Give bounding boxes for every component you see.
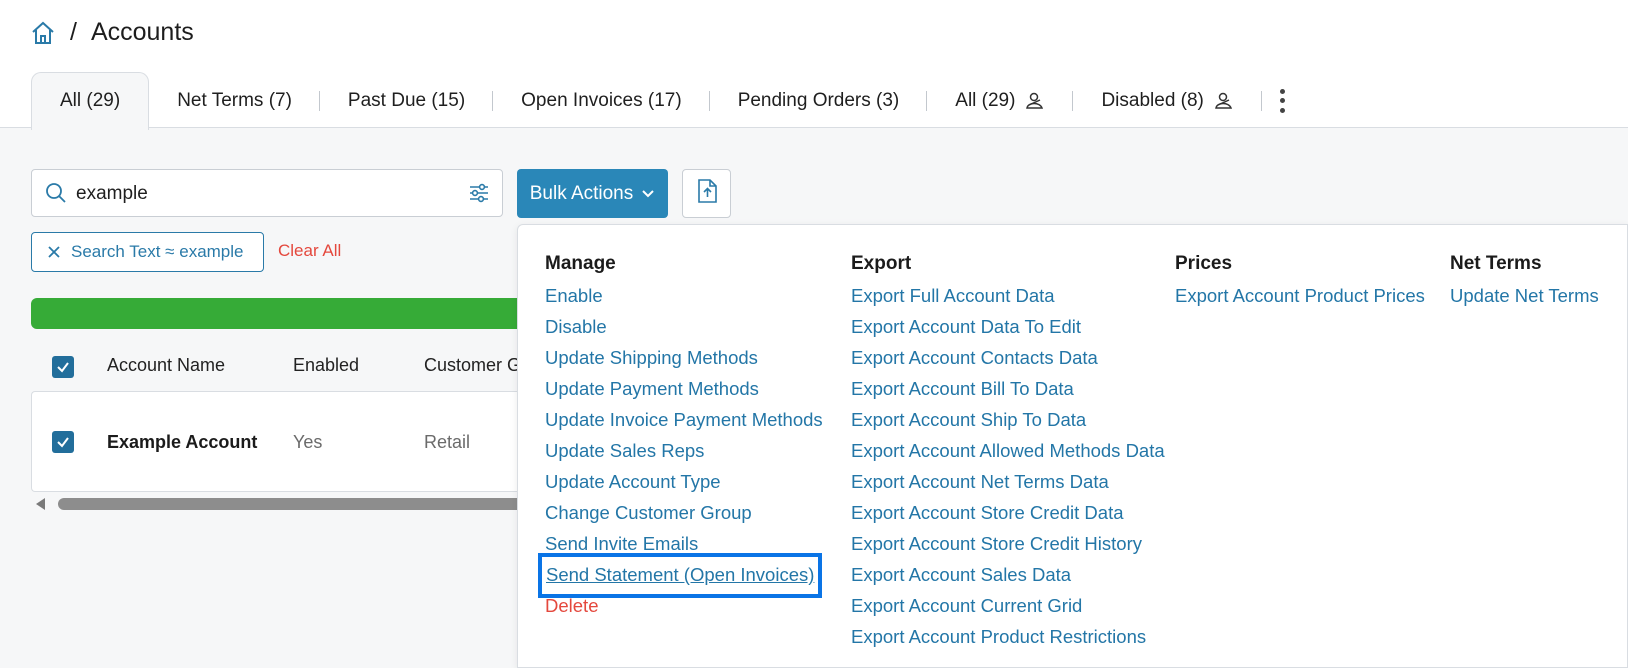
menu-item-export-account-current-grid[interactable]: Export Account Current Grid — [851, 591, 1165, 622]
enabled-cell: Yes — [293, 432, 323, 452]
bulk-actions-label: Bulk Actions — [529, 182, 634, 204]
menu-heading-manage: Manage — [545, 253, 616, 274]
tab-pending-orders[interactable]: Pending Orders (3) — [710, 72, 928, 129]
page-title: Accounts — [90, 18, 194, 46]
breadcrumb: / Accounts — [30, 18, 194, 47]
menu-heading-prices: Prices — [1175, 253, 1233, 274]
menu-item-disable[interactable]: Disable — [545, 312, 823, 343]
tab-net-terms[interactable]: Net Terms (7) — [149, 72, 320, 129]
tab-label: Net Terms (7) — [177, 89, 292, 111]
menu-section-net-terms: Net Terms Update Net Terms — [1450, 251, 1599, 312]
top-bar: / Accounts All (29) Net Terms (7) Past D… — [0, 0, 1628, 130]
user-group-icon — [1025, 91, 1045, 111]
select-all-checkbox[interactable] — [52, 356, 74, 378]
menu-item-change-customer-group[interactable]: Change Customer Group — [545, 498, 823, 529]
bulk-actions-button[interactable]: Bulk Actions — [517, 169, 668, 218]
column-header-enabled[interactable]: Enabled — [293, 355, 359, 376]
menu-item-update-invoice-payment-methods[interactable]: Update Invoice Payment Methods — [545, 405, 823, 436]
account-name-cell[interactable]: Example Account — [107, 432, 257, 453]
filter-chip-label: Search Text ≈ example — [71, 242, 244, 261]
tab-bar: All (29) Net Terms (7) Past Due (15) Ope… — [31, 71, 1290, 130]
tab-label: Open Invoices (17) — [521, 89, 682, 111]
menu-item-update-sales-reps[interactable]: Update Sales Reps — [545, 436, 823, 467]
horizontal-scrollbar[interactable] — [36, 497, 538, 511]
menu-item-export-account-allowed-methods-data[interactable]: Export Account Allowed Methods Data — [851, 436, 1165, 467]
menu-item-export-account-store-credit-data[interactable]: Export Account Store Credit Data — [851, 498, 1165, 529]
menu-item-export-account-net-terms-data[interactable]: Export Account Net Terms Data — [851, 467, 1165, 498]
tab-label: Disabled (8) — [1101, 89, 1204, 111]
menu-section-export: Export Export Full Account Data Export A… — [851, 251, 1165, 653]
search-input[interactable] — [76, 179, 436, 209]
search-box — [31, 169, 503, 217]
export-file-button[interactable] — [682, 169, 731, 218]
menu-item-delete[interactable]: Delete — [545, 591, 823, 622]
menu-item-send-statement[interactable]: Send Statement (Open Invoices) — [537, 553, 823, 598]
menu-item-send-invite-emails[interactable]: Send Invite Emails — [545, 529, 823, 560]
scroll-left-icon[interactable] — [36, 498, 45, 510]
menu-item-export-account-bill-to-data[interactable]: Export Account Bill To Data — [851, 374, 1165, 405]
menu-section-prices: Prices Export Account Product Prices — [1175, 251, 1425, 312]
menu-item-export-account-store-credit-history[interactable]: Export Account Store Credit History — [851, 529, 1165, 560]
tab-label: All (29) — [60, 90, 121, 111]
column-header-customer-group[interactable]: Customer G — [424, 355, 521, 376]
tab-label: All (29) — [955, 89, 1016, 111]
menu-item-update-payment-methods[interactable]: Update Payment Methods — [545, 374, 823, 405]
tab-divider — [1260, 91, 1262, 111]
row-checkbox[interactable] — [52, 431, 74, 453]
column-header-account-name[interactable]: Account Name — [107, 355, 225, 376]
file-upload-icon — [696, 178, 718, 209]
menu-item-export-account-sales-data[interactable]: Export Account Sales Data — [851, 560, 1165, 591]
tab-disabled[interactable]: Disabled (8) — [1073, 72, 1262, 129]
progress-bar — [31, 298, 536, 329]
menu-heading-net-terms: Net Terms — [1450, 253, 1542, 274]
search-filter-chip[interactable]: Search Text ≈ example — [31, 232, 264, 272]
menu-item-enable[interactable]: Enable — [545, 281, 823, 312]
breadcrumb-separator: / — [70, 18, 77, 46]
menu-item-update-account-type[interactable]: Update Account Type — [545, 467, 823, 498]
menu-item-export-account-product-restrictions[interactable]: Export Account Product Restrictions — [851, 622, 1165, 653]
tab-all[interactable]: All (29) — [31, 71, 150, 130]
tab-past-due[interactable]: Past Due (15) — [320, 72, 494, 129]
tab-label: Past Due (15) — [347, 89, 466, 111]
menu-item-export-account-contacts-data[interactable]: Export Account Contacts Data — [851, 343, 1165, 374]
menu-item-export-account-data-to-edit[interactable]: Export Account Data To Edit — [851, 312, 1165, 343]
menu-section-manage: Manage Enable Disable Update Shipping Me… — [537, 251, 823, 622]
chevron-down-icon — [641, 187, 655, 201]
menu-item-update-net-terms[interactable]: Update Net Terms — [1450, 281, 1599, 312]
clear-all-link[interactable]: Clear All — [278, 241, 341, 261]
menu-item-export-full-account-data[interactable]: Export Full Account Data — [851, 281, 1165, 312]
customer-group-cell: Retail — [424, 432, 471, 452]
menu-item-export-account-ship-to-data[interactable]: Export Account Ship To Data — [851, 405, 1165, 436]
tab-all-saved[interactable]: All (29) — [927, 72, 1074, 129]
bulk-actions-menu: Manage Enable Disable Update Shipping Me… — [517, 224, 1628, 668]
close-icon[interactable] — [47, 245, 61, 259]
menu-item-export-account-product-prices[interactable]: Export Account Product Prices — [1175, 281, 1425, 312]
scrollbar-thumb[interactable] — [58, 498, 538, 510]
home-icon[interactable] — [30, 20, 56, 46]
filter-settings-icon[interactable] — [468, 182, 490, 209]
menu-item-update-shipping-methods[interactable]: Update Shipping Methods — [545, 343, 823, 374]
tab-open-invoices[interactable]: Open Invoices (17) — [493, 72, 710, 129]
search-icon — [45, 182, 67, 209]
tab-label: Pending Orders (3) — [737, 89, 900, 111]
menu-heading-export: Export — [851, 253, 912, 274]
more-options-icon[interactable] — [1276, 86, 1290, 116]
user-group-icon — [1214, 91, 1234, 111]
